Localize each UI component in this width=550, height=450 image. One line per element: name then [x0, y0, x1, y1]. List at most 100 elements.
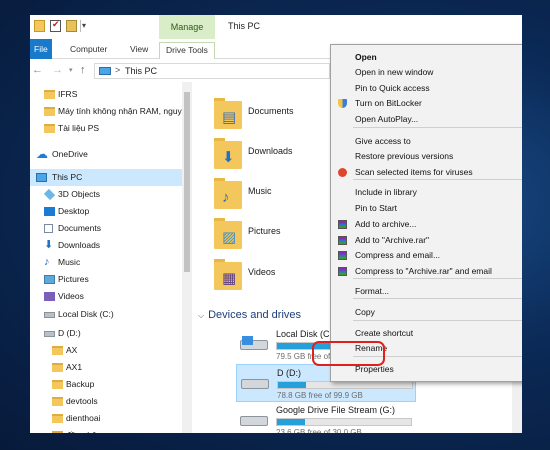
sidebar-item[interactable]: Local Disk (C:)	[30, 306, 182, 323]
drive-name: D (D:)	[277, 368, 301, 378]
breadcrumb[interactable]: This PC	[125, 66, 157, 76]
sidebar-item[interactable]: ⬇ Downloads	[30, 237, 182, 254]
sidebar-item-label: dienthoai	[66, 413, 101, 423]
menu-item[interactable]: Copy	[331, 305, 522, 320]
sidebar-item[interactable]: ♪ Music	[30, 254, 182, 271]
computer-icon	[36, 173, 47, 182]
folder-glyph: ▤	[222, 109, 237, 126]
drive-name: Google Drive File Stream (G:)	[276, 405, 396, 415]
menu-item-label: Give access to	[355, 136, 411, 146]
sidebar-item[interactable]: Backup	[30, 376, 182, 393]
drive-icon	[44, 331, 55, 337]
back-arrow-icon[interactable]: ←	[32, 64, 43, 76]
sidebar-item[interactable]: IFRS	[30, 86, 182, 103]
menu-item-label: Add to archive...	[355, 219, 417, 229]
sidebar-item[interactable]: AX1	[30, 359, 182, 376]
sidebar-item[interactable]: devtools	[30, 393, 182, 410]
desktop-icon	[44, 207, 55, 216]
drive-icon	[240, 412, 268, 428]
sidebar-item-label: IFRS	[58, 89, 78, 99]
tab-computer[interactable]: Computer	[65, 42, 112, 59]
sidebar-item-label: Máy tính không nhận RAM, nguy	[58, 106, 182, 116]
menu-item[interactable]: Create shortcut	[331, 326, 522, 341]
address-bar[interactable]: > This PC	[94, 63, 330, 79]
menu-item[interactable]: Give access to›	[331, 134, 522, 149]
sidebar-item-label: Backup	[66, 379, 95, 389]
drive-free-space: 23.6 GB free of 30.0 GB	[276, 428, 362, 433]
menu-item[interactable]: Compress and email...	[331, 248, 522, 263]
menu-item[interactable]: Open AutoPlay...	[331, 112, 522, 127]
drive-name: Local Disk (C:)	[276, 329, 336, 339]
new-folder-icon[interactable]	[66, 20, 77, 32]
videos-folder-icon: ▦	[214, 259, 242, 291]
menu-item[interactable]: Restore previous versions	[331, 149, 522, 164]
menu-item[interactable]: Turn on BitLocker	[331, 96, 522, 111]
tab-file[interactable]: File	[30, 39, 52, 59]
menu-item[interactable]: Add to archive...	[331, 217, 522, 232]
navigation-scrollbar[interactable]	[182, 82, 192, 433]
chevron-down-icon[interactable]: ⌵	[198, 311, 204, 320]
sidebar-item[interactable]: 3D Objects	[30, 186, 182, 203]
sidebar-item[interactable]: AX	[30, 342, 182, 359]
file-explorer-window: ▾ Manage This PC File Computer View Driv…	[30, 15, 522, 433]
folder-icon	[44, 90, 55, 99]
folder-label: Documents	[248, 106, 294, 116]
menu-item-label: Open AutoPlay...	[355, 114, 419, 124]
menu-item[interactable]: Compress to "Archive.rar" and email	[331, 264, 522, 279]
folder-glyph: ▨	[222, 229, 237, 246]
menu-separator	[353, 179, 522, 180]
customize-toolbar-icon[interactable]: ▾	[82, 21, 86, 30]
pictures-folder-icon: ▨	[214, 218, 242, 250]
menu-item-label: Include in library	[355, 187, 417, 197]
sidebar-item[interactable]: đồng bộ	[30, 427, 182, 433]
sidebar-item[interactable]: Pictures	[30, 271, 182, 288]
sidebar-item-label: đồng bộ	[66, 427, 97, 433]
menu-item-label: Open in new window	[355, 67, 434, 77]
menu-item[interactable]: Add to "Archive.rar"	[331, 233, 522, 248]
forward-arrow-icon[interactable]: →	[52, 64, 63, 76]
properties-highlight-ring	[312, 341, 385, 366]
properties-checkmark-icon[interactable]	[50, 19, 61, 32]
menu-item[interactable]: Include in library›	[331, 185, 522, 200]
devices-and-drives-header[interactable]: ⌵ Devices and drives	[198, 309, 301, 321]
drive-usage-fill	[278, 382, 307, 388]
up-arrow-icon[interactable]: ↑	[80, 64, 86, 76]
sidebar-item[interactable]: ☁ OneDrive	[30, 146, 182, 163]
scrollbar-thumb[interactable]	[184, 92, 190, 272]
sidebar-item-label: Documents	[58, 223, 101, 233]
menu-item[interactable]: Open	[331, 50, 522, 65]
folder-label: Videos	[248, 267, 276, 277]
winrar-icon	[338, 267, 347, 276]
sidebar-item[interactable]: Videos	[30, 288, 182, 305]
recent-locations-icon[interactable]: ▾	[69, 66, 73, 74]
menu-item-label: Scan selected items for viruses	[355, 167, 473, 177]
music-folder-icon: ♪	[214, 178, 242, 210]
menu-item[interactable]: Open in new window	[331, 65, 522, 80]
folder-icon[interactable]	[34, 20, 45, 32]
drive-usage-bar	[276, 418, 412, 426]
drive-icon	[241, 375, 269, 391]
menu-item-label: Pin to Quick access	[355, 83, 430, 93]
sidebar-item[interactable]: D (D:)	[30, 325, 182, 342]
manage-context-tab[interactable]: Manage	[159, 15, 215, 39]
sidebar-item[interactable]: Documents	[30, 220, 182, 237]
windows-logo-icon	[242, 336, 253, 345]
menu-item-label: Open	[355, 52, 377, 62]
documents-folder-icon: ▤	[214, 98, 242, 130]
menu-item[interactable]: Pin to Start	[331, 201, 522, 216]
winrar-icon	[338, 251, 347, 260]
sidebar-item-label: devtools	[66, 396, 98, 406]
folder-icon	[52, 346, 63, 355]
tab-view[interactable]: View	[125, 42, 153, 59]
drive-item[interactable]: Google Drive File Stream (G:) 23.6 GB fre…	[236, 402, 416, 433]
sidebar-item[interactable]: This PC	[30, 169, 182, 186]
menu-item[interactable]: Scan selected items for viruses	[331, 165, 522, 180]
menu-item[interactable]: Format...	[331, 284, 522, 299]
sidebar-item[interactable]: Máy tính không nhận RAM, nguy	[30, 103, 182, 120]
tab-drive-tools[interactable]: Drive Tools	[159, 42, 215, 59]
sidebar-item[interactable]: Desktop	[30, 203, 182, 220]
sidebar-item[interactable]: dienthoai	[30, 410, 182, 427]
menu-item[interactable]: Pin to Quick access	[331, 81, 522, 96]
sidebar-item[interactable]: Tài liệu PS	[30, 120, 182, 137]
download-icon: ⬇	[44, 239, 54, 251]
